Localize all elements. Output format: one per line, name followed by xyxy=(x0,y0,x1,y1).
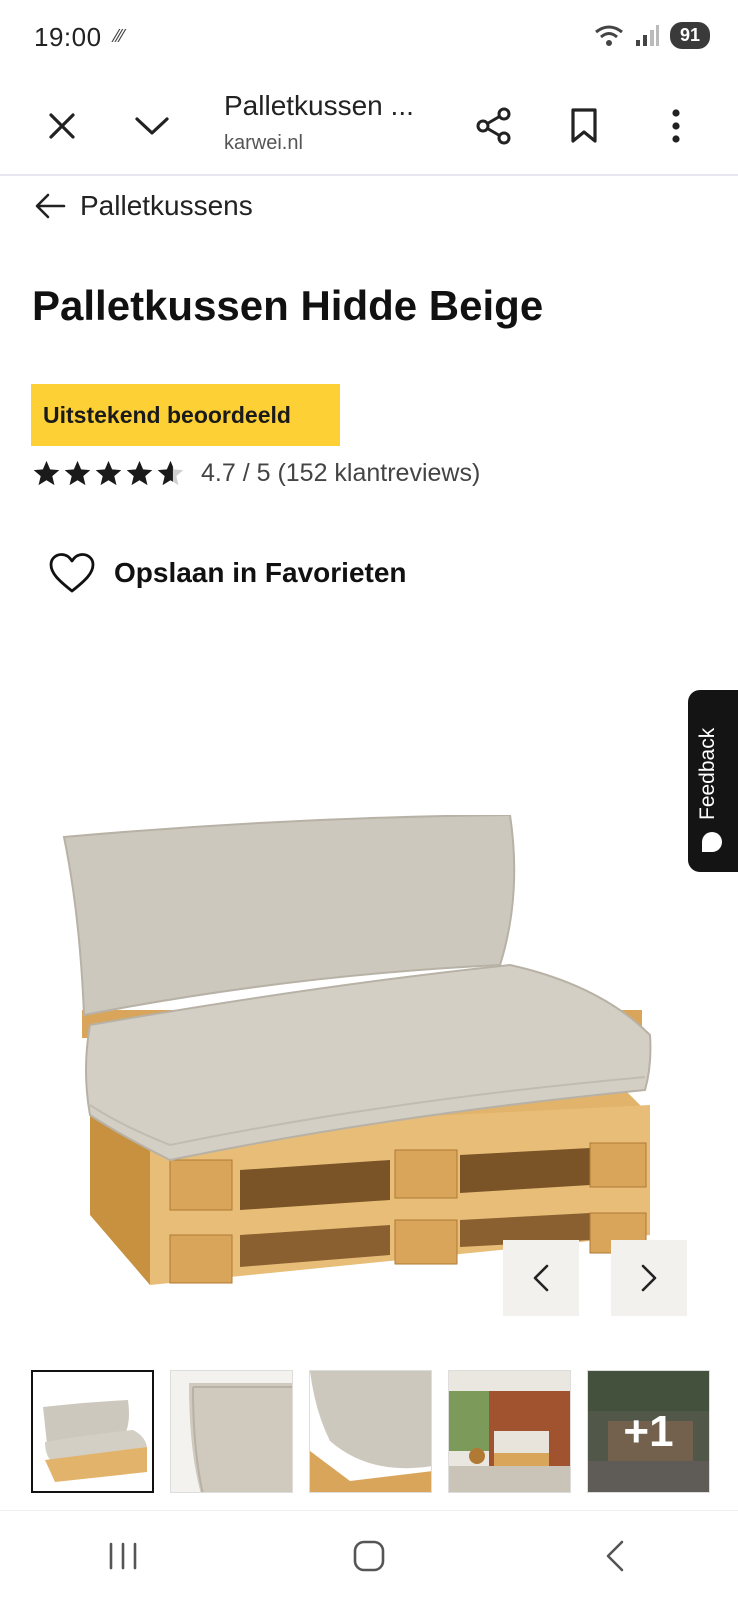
close-icon[interactable] xyxy=(36,100,88,152)
wifi-icon xyxy=(595,25,623,46)
star-icon xyxy=(33,460,60,485)
bookmark-icon[interactable] xyxy=(558,100,610,152)
system-nav-bar xyxy=(0,1510,738,1600)
battery-indicator: 91 xyxy=(669,22,710,49)
share-icon[interactable] xyxy=(468,100,520,152)
notification-icon: ⁄⁄⁄ xyxy=(115,26,125,46)
product-image[interactable] xyxy=(60,813,680,1310)
star-rating xyxy=(32,459,185,488)
rating-badge: Uitstekend beoordeeld xyxy=(31,384,340,446)
pallet-cushion-illustration xyxy=(62,813,652,1285)
more-menu-icon[interactable] xyxy=(650,100,702,152)
rating-row[interactable]: 4.7 / 5 (152 klantreviews) xyxy=(32,456,480,490)
page-title: Palletkussen Hidde Beige xyxy=(32,282,544,329)
thumbnail-3[interactable] xyxy=(309,1370,432,1493)
feedback-tab[interactable]: Feedback xyxy=(688,690,738,872)
save-favorite-button[interactable]: Opslaan in Favorieten xyxy=(48,550,407,596)
thumbnail-1[interactable] xyxy=(31,1370,154,1493)
thumbnail-4[interactable] xyxy=(448,1370,571,1493)
back-button[interactable] xyxy=(585,1526,645,1586)
feedback-label[interactable]: Feedback xyxy=(696,710,720,820)
thumbnail-strip: +1 xyxy=(31,1370,710,1493)
star-icon xyxy=(126,460,153,485)
star-half-icon xyxy=(157,460,184,485)
tab-url[interactable]: karwei.nl xyxy=(224,132,303,155)
home-button[interactable] xyxy=(339,1526,399,1586)
arrow-left-icon xyxy=(35,193,66,219)
chat-bubble-icon xyxy=(702,832,722,852)
carousel-next-button[interactable] xyxy=(611,1240,687,1316)
rating-text[interactable]: 4.7 / 5 (152 klantreviews) xyxy=(201,459,480,488)
chevron-left-icon xyxy=(533,1264,549,1292)
recent-apps-icon xyxy=(109,1542,137,1569)
thumbnail-5[interactable]: +1 xyxy=(587,1370,710,1493)
tab-title[interactable]: Palletkussen ... xyxy=(224,90,414,122)
thumbnail-2[interactable] xyxy=(170,1370,293,1493)
signal-icon xyxy=(635,24,659,46)
rating-badge-label: Uitstekend beoordeeld xyxy=(43,401,291,428)
star-icon xyxy=(95,460,122,485)
browser-toolbar: Palletkussen ... karwei.nl xyxy=(0,76,738,176)
heart-icon xyxy=(49,553,95,593)
status-icons: 91 xyxy=(594,22,710,49)
chevron-down-icon[interactable] xyxy=(126,100,178,152)
home-icon xyxy=(353,1540,385,1571)
star-icon xyxy=(64,460,91,485)
breadcrumb[interactable]: Palletkussens xyxy=(34,186,253,226)
breadcrumb-label[interactable]: Palletkussens xyxy=(80,190,253,222)
more-images-label[interactable]: +1 xyxy=(588,1371,709,1492)
chevron-right-icon xyxy=(641,1264,657,1292)
recent-apps-button[interactable] xyxy=(93,1526,153,1586)
back-icon xyxy=(606,1540,624,1571)
carousel-prev-button[interactable] xyxy=(503,1240,579,1316)
status-time: 19:00 xyxy=(34,22,102,52)
status-bar: 19:00 ⁄⁄⁄ 91 xyxy=(0,0,738,76)
favorite-label[interactable]: Opslaan in Favorieten xyxy=(114,557,407,589)
